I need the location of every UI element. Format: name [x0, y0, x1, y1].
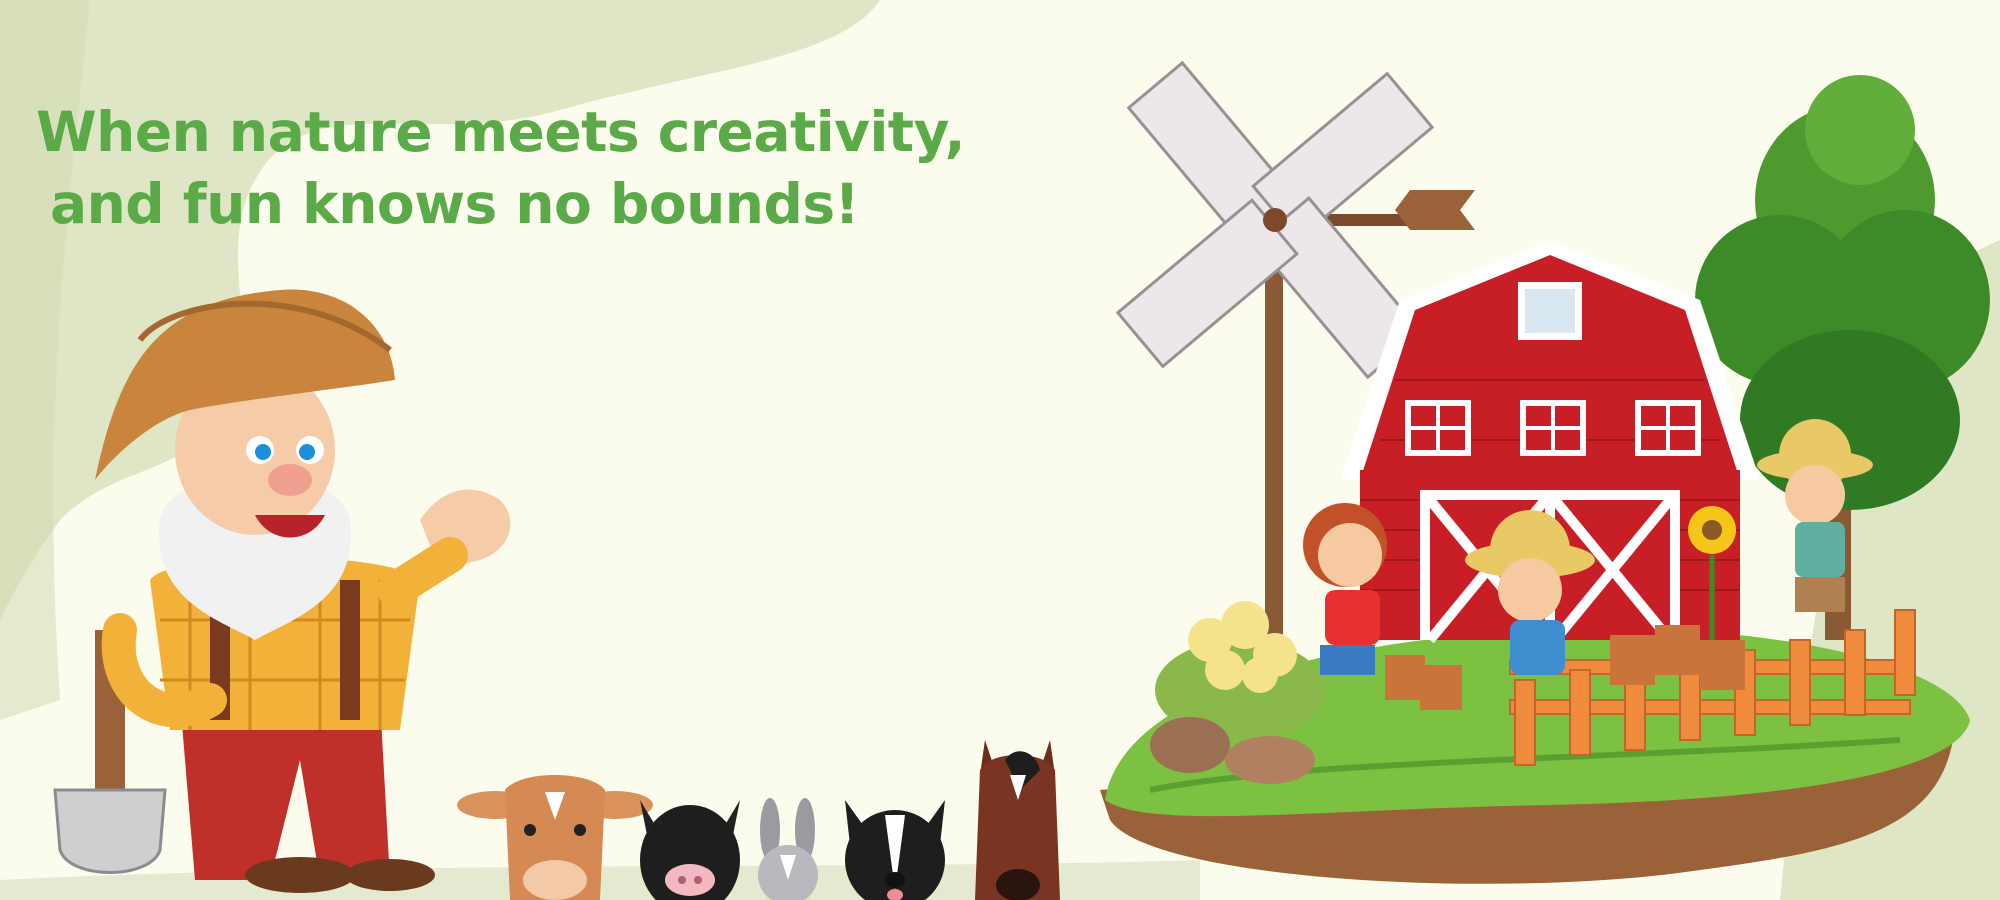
headline-line-1: When nature meets creativity, — [36, 100, 966, 164]
headline-line-2: and fun knows no bounds! — [50, 172, 860, 236]
pig-icon — [640, 800, 740, 900]
headline: When nature meets creativity, and fun kn… — [36, 96, 966, 240]
horse-icon — [975, 740, 1060, 900]
dog-icon — [845, 800, 945, 900]
rabbit-icon — [758, 798, 818, 900]
hero-banner: When nature meets creativity, and fun kn… — [0, 0, 2000, 900]
